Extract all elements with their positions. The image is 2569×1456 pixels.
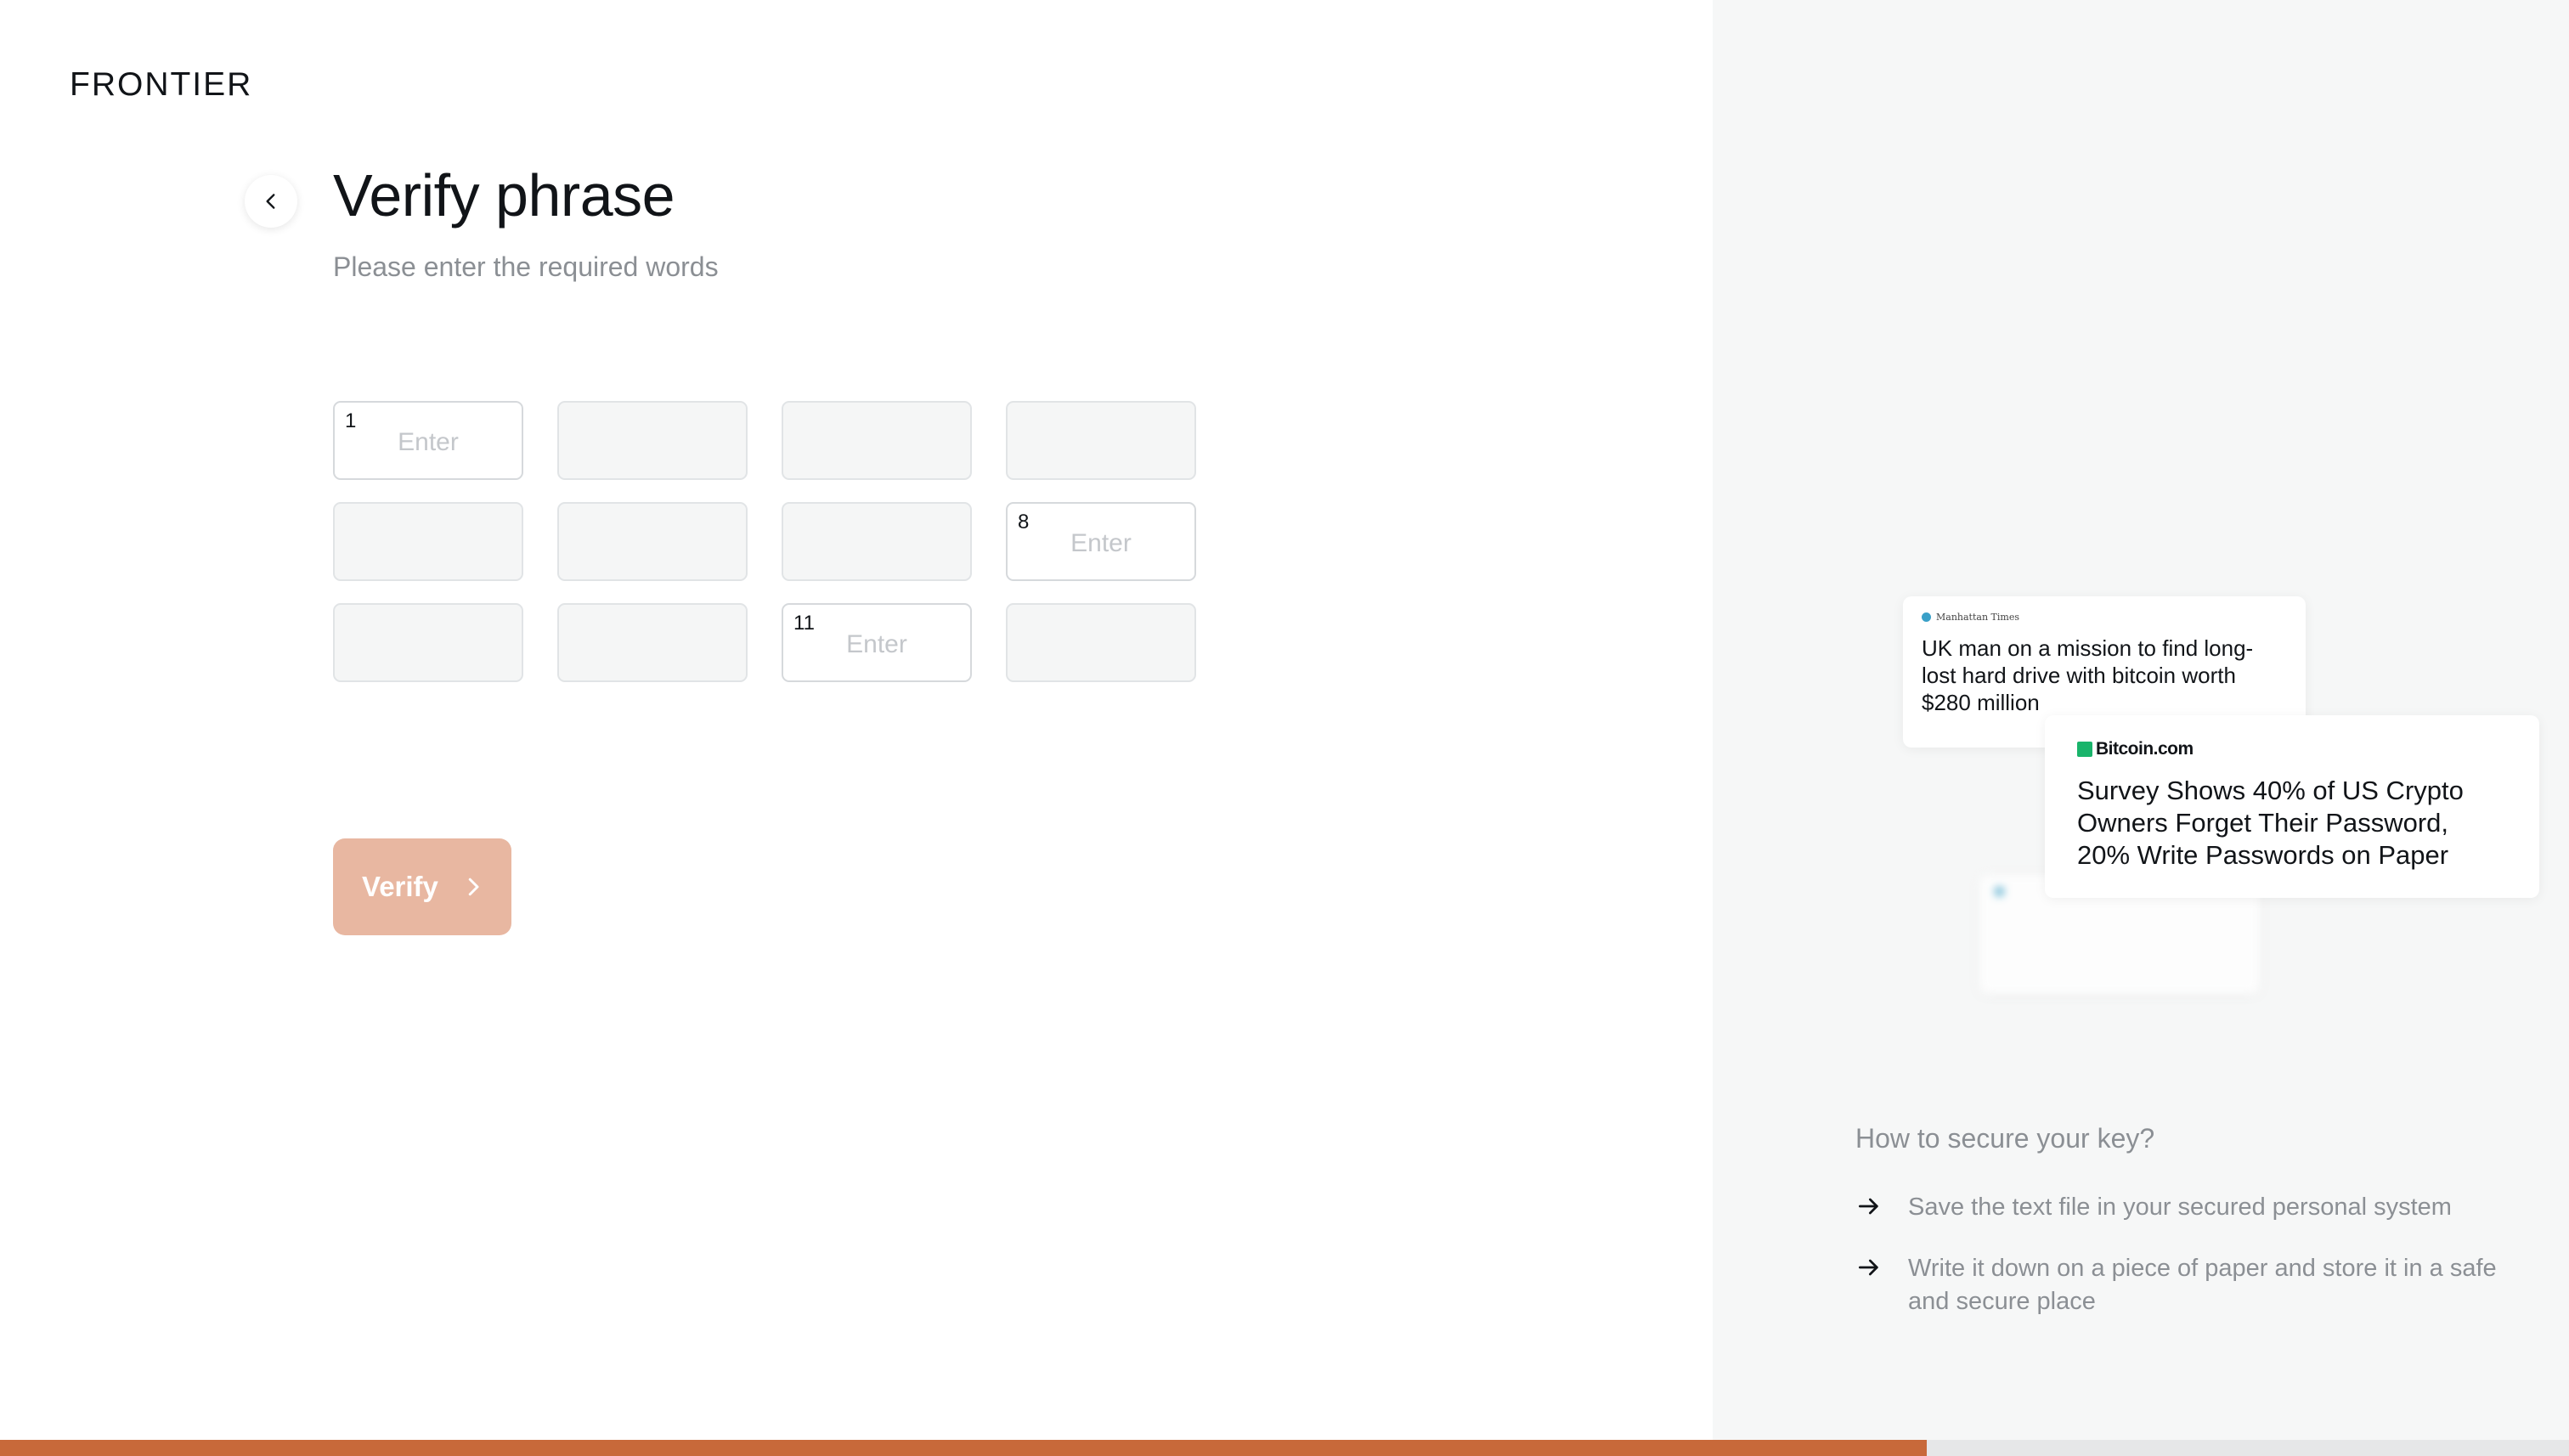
phrase-word-cell <box>1006 603 1196 682</box>
news-card-1-headline: UK man on a mission to find long-lost ha… <box>1922 635 2254 715</box>
phrase-word-cell <box>1006 401 1196 480</box>
secure-tip-text: Save the text file in your secured perso… <box>1908 1194 2452 1221</box>
news-card-2-source: Bitcoin.com <box>2077 739 2507 759</box>
arrow-right-icon <box>1859 1198 1878 1215</box>
back-button[interactable] <box>245 175 297 228</box>
phrase-word-cell <box>557 502 748 581</box>
chevron-left-icon <box>266 194 275 209</box>
news-card-1-source: Manhattan Times <box>1922 612 2287 623</box>
phrase-word-cell <box>333 603 523 682</box>
news-source-logo-icon <box>1922 612 1931 622</box>
bitcoin-com-logo-icon <box>2077 742 2092 757</box>
secure-key-heading: How to secure your key? <box>1855 1123 2155 1154</box>
phrase-word-cell <box>782 401 972 480</box>
phrase-word-cell <box>782 502 972 581</box>
news-card-2: Bitcoin.com Survey Shows 40% of US Crypt… <box>2045 715 2539 898</box>
phrase-word-cell <box>557 603 748 682</box>
phrase-word-input[interactable] <box>783 605 970 680</box>
phrase-word-input[interactable] <box>1008 504 1194 579</box>
news-card-2-headline: Survey Shows 40% of US Crypto Owners For… <box>2077 776 2464 870</box>
main-panel: FRONTIER Verify phrase Please enter the … <box>0 0 1713 1456</box>
progress-bar-fill <box>0 1440 1927 1456</box>
progress-bar <box>0 1440 2569 1456</box>
phrase-word-input[interactable] <box>335 403 522 478</box>
page-subtitle: Please enter the required words <box>333 251 719 282</box>
secure-tip-item: Write it down on a piece of paper and st… <box>1855 1252 2520 1318</box>
phrase-word-input-cell[interactable]: 11 <box>782 603 972 682</box>
secure-tip-item: Save the text file in your secured perso… <box>1855 1191 2520 1224</box>
news-card-2-source-name: Bitcoin.com <box>2096 739 2194 759</box>
secure-tip-text: Write it down on a piece of paper and st… <box>1908 1255 2497 1315</box>
chevron-right-icon <box>468 878 479 896</box>
news-source-logo-icon <box>1995 887 2004 896</box>
verify-button-label: Verify <box>362 871 438 902</box>
page-title: Verify phrase <box>333 162 675 229</box>
phrase-word-input-cell[interactable]: 1 <box>333 401 523 480</box>
phrase-word-cell <box>333 502 523 581</box>
news-card-1-source-name: Manhattan Times <box>1936 612 2019 623</box>
phrase-word-input-cell[interactable]: 8 <box>1006 502 1196 581</box>
arrow-right-icon <box>1859 1259 1878 1276</box>
verify-button[interactable]: Verify <box>333 838 511 935</box>
phrase-word-cell <box>557 401 748 480</box>
phrase-word-grid: 1811 <box>333 401 1196 682</box>
frontier-logo: FRONTIER <box>70 66 253 103</box>
